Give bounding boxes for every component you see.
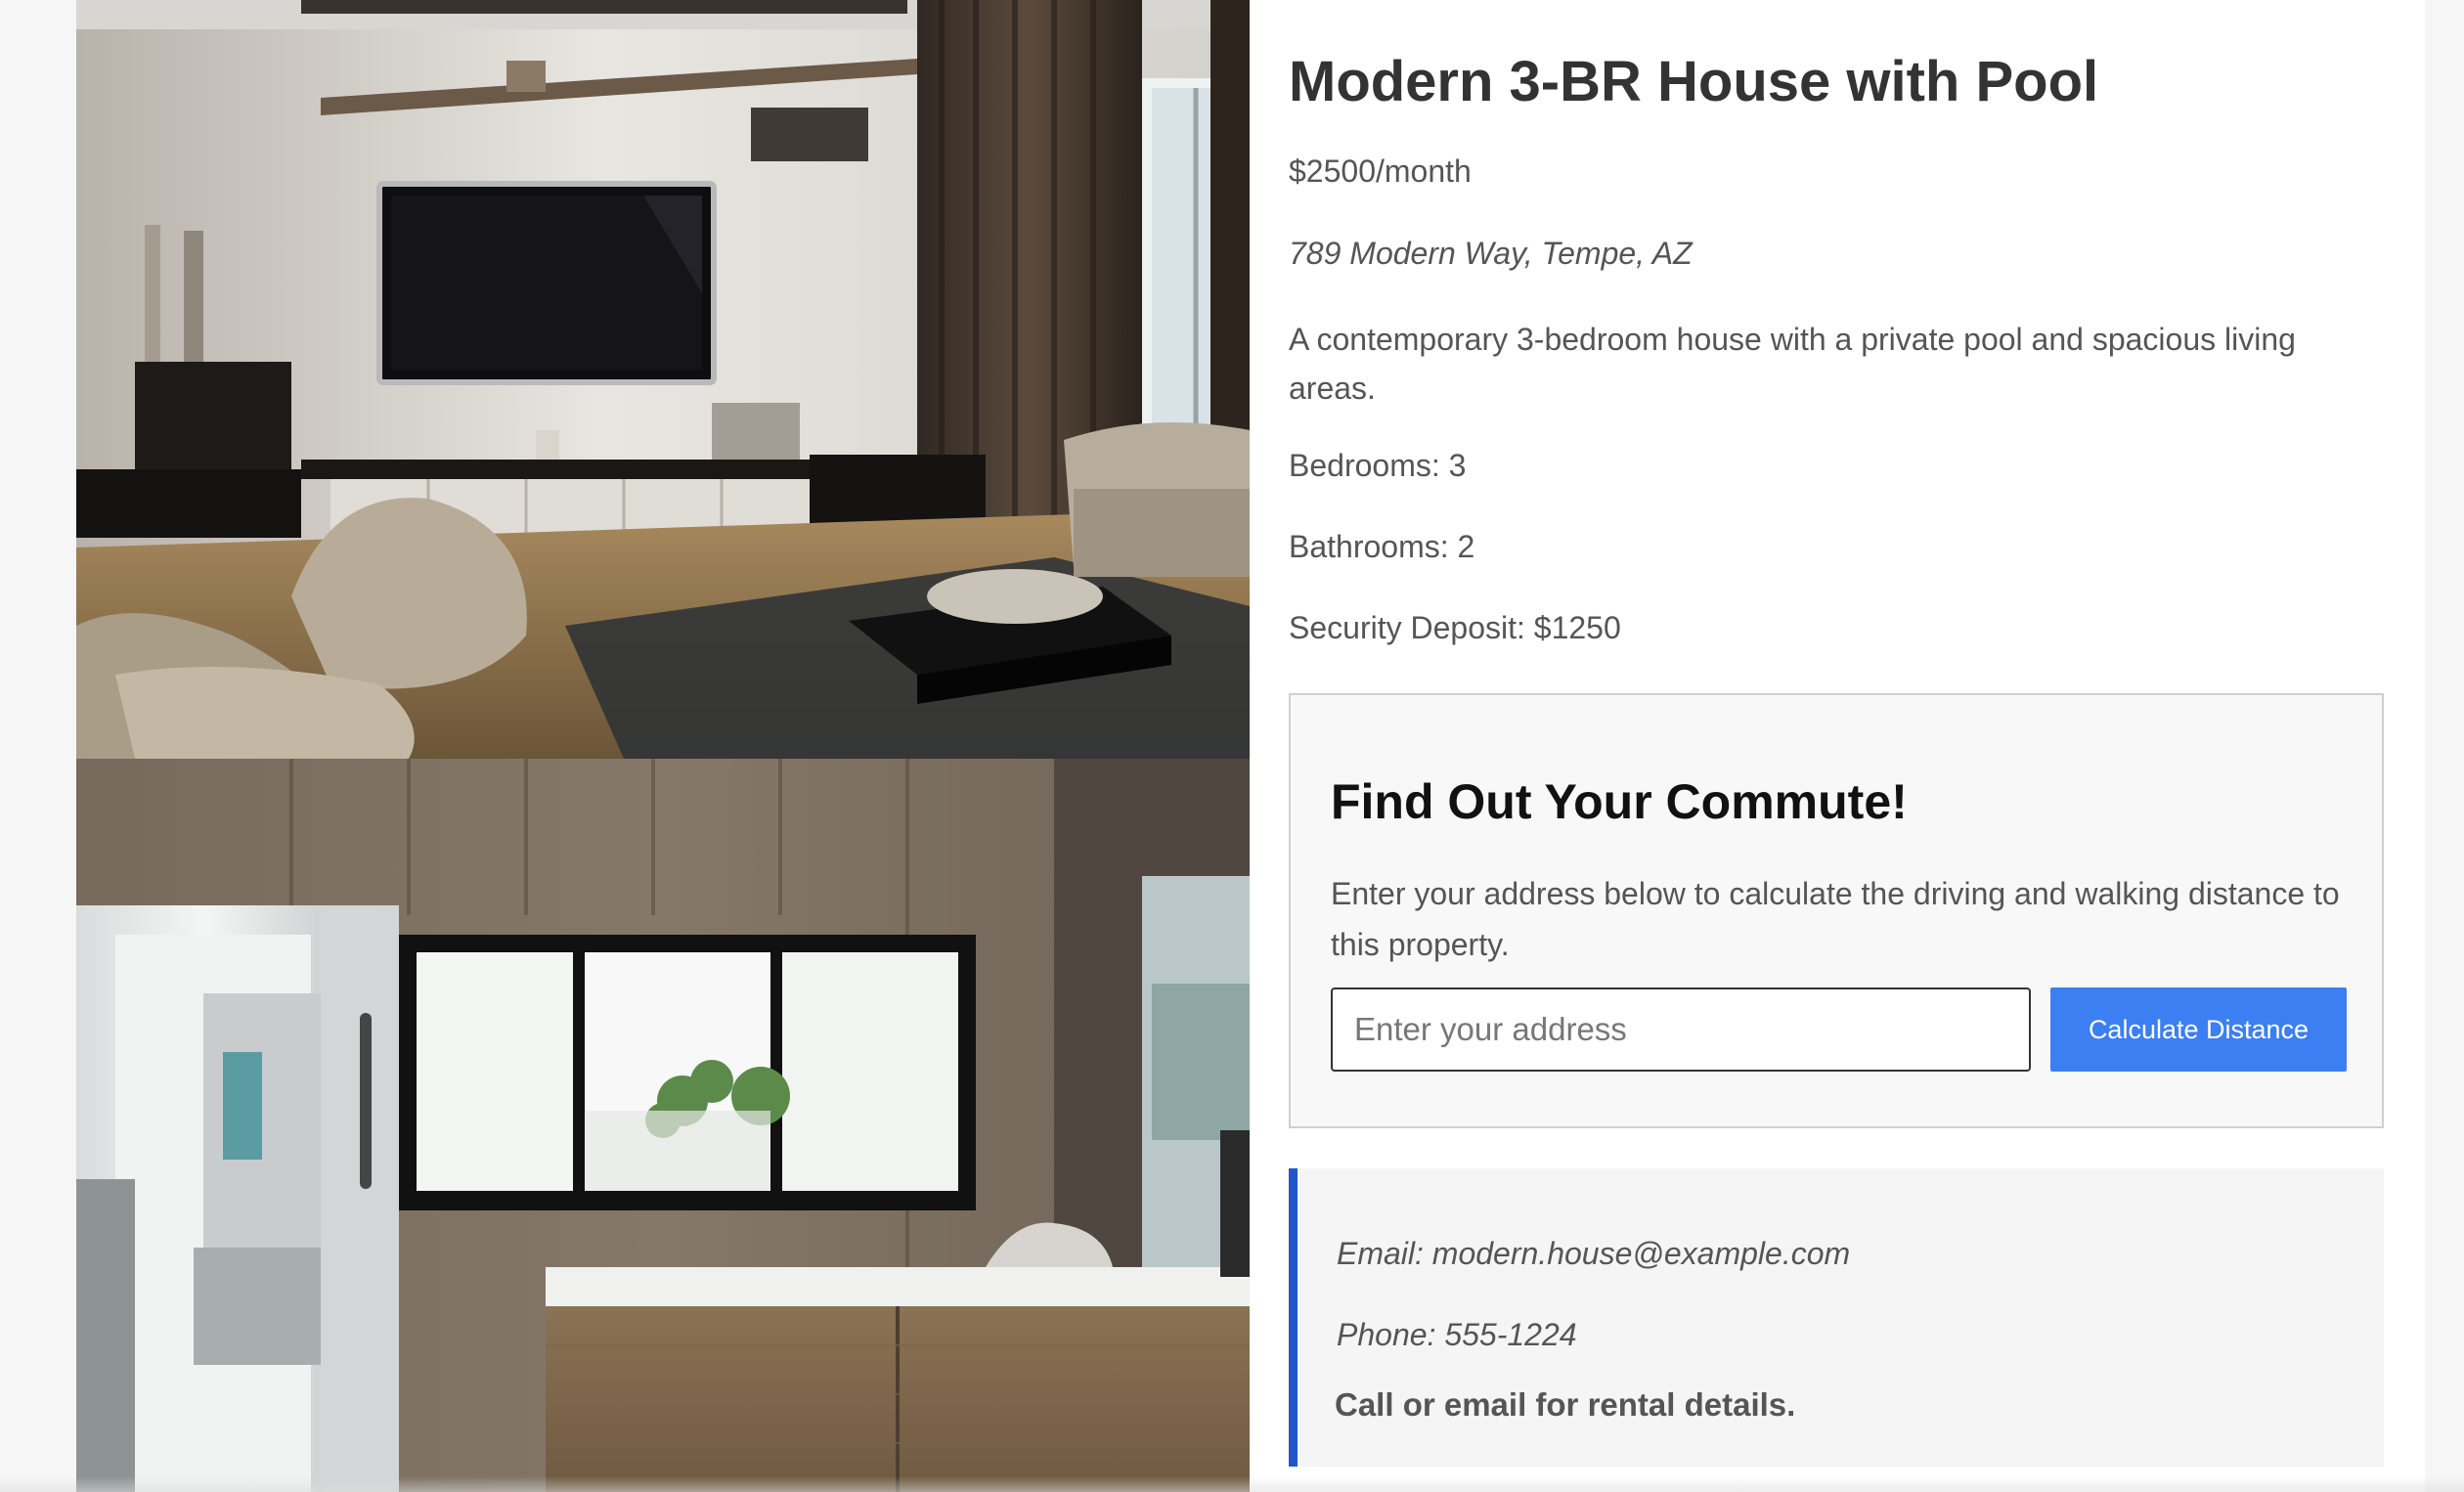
living-room-photo [76, 0, 1250, 759]
contact-panel: Email: modern.house@example.com Phone: 5… [1289, 1168, 2384, 1467]
bathrooms-count: Bathrooms: 2 [1289, 529, 1475, 564]
listing-price: $2500/month [1289, 154, 1472, 189]
commute-title: Find Out Your Commute! [1331, 774, 1908, 829]
listing-description: A contemporary 3-bedroom house with a pr… [1289, 322, 2296, 406]
calculate-distance-button[interactable]: Calculate Distance [2050, 987, 2347, 1072]
commute-description: Enter your address below to calculate th… [1331, 876, 2340, 962]
contact-email: Email: modern.house@example.com [1337, 1236, 1851, 1271]
security-deposit: Security Deposit: $1250 [1289, 610, 1621, 645]
contact-note: Call or email for rental details. [1335, 1386, 1796, 1423]
bottom-fade [0, 1476, 2464, 1492]
kitchen-photo [76, 759, 1250, 1492]
commute-calculator: Find Out Your Commute! Enter your addres… [1289, 693, 2384, 1128]
bedrooms-count: Bedrooms: 3 [1289, 448, 1467, 483]
property-photo-gallery [76, 0, 1250, 1492]
listing-address: 789 Modern Way, Tempe, AZ [1289, 236, 1693, 271]
address-input[interactable] [1331, 987, 2031, 1072]
listing-title: Modern 3-BR House with Pool [1289, 50, 2099, 113]
kitchen-illustration [76, 759, 1250, 1492]
living-room-illustration [76, 0, 1250, 759]
contact-phone: Phone: 555-1224 [1337, 1317, 1577, 1352]
listing-page: Modern 3-BR House with Pool $2500/month … [76, 0, 2425, 1492]
